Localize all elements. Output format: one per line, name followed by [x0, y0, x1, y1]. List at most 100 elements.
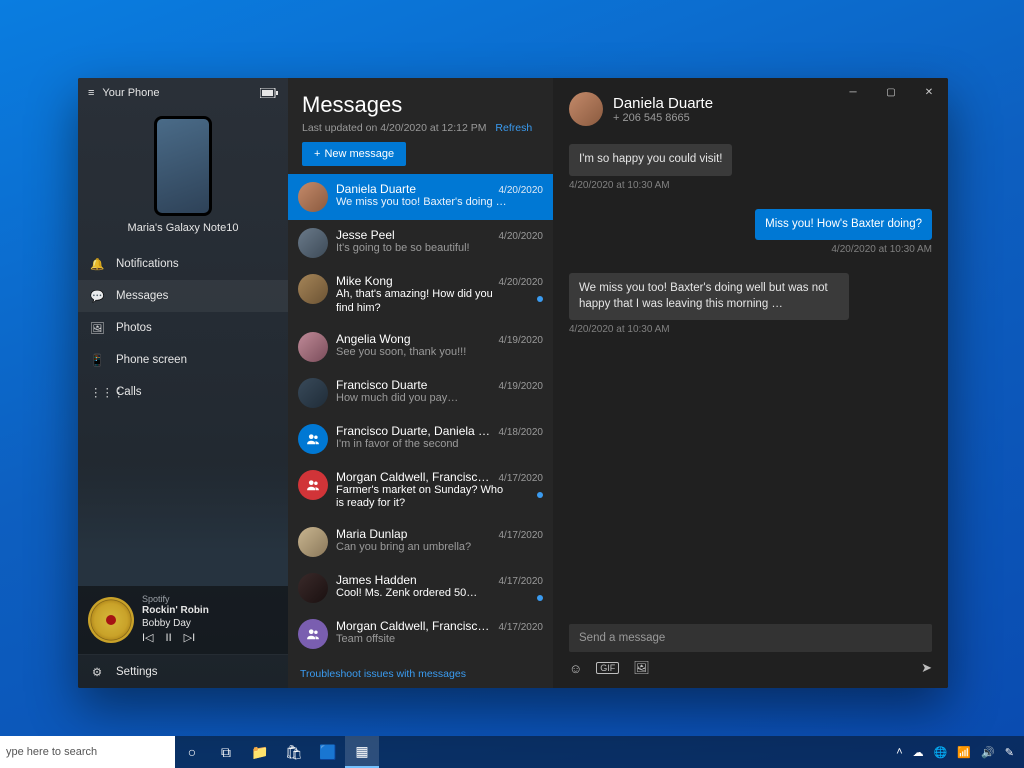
tray-pen-icon[interactable]: ✎ [1005, 746, 1014, 759]
nav-label: Phone screen [116, 354, 187, 366]
media-player: Spotify Rockin' Robin Bobby Day I◁ II ▷I [78, 586, 288, 654]
conversation-item[interactable]: James Hadden4/17/2020Cool! Ms. Zenk orde… [288, 565, 553, 611]
nav-phone-screen[interactable]: 📱 Phone screen [78, 344, 288, 376]
album-art [88, 597, 134, 643]
explorer-icon[interactable]: 📁 [243, 736, 277, 768]
contact-name: Daniela Duarte [613, 95, 713, 112]
app-title: Your Phone [102, 87, 159, 99]
conversation-item[interactable]: Morgan Caldwell, Francisco …4/17/2020Tea… [288, 611, 553, 657]
task-view-icon[interactable]: ⧉ [209, 736, 243, 768]
minimize-button[interactable]: ─ [834, 78, 872, 106]
taskbar: ype here to search ○ ⧉ 📁 🛍 🟦 ▦ ˄ ☁ 🌐 📶 🔊… [0, 736, 1024, 768]
conversation-preview: Can you bring an umbrella? [336, 541, 511, 553]
gif-icon[interactable]: GIF [596, 662, 619, 675]
gear-icon: ⚙ [90, 665, 104, 679]
conversation-name: Francisco Duarte [336, 378, 493, 392]
nav-label: Notifications [116, 258, 179, 270]
conversation-date: 4/17/2020 [499, 473, 544, 484]
emoji-icon[interactable]: ☺ [569, 661, 582, 676]
media-source: Spotify [142, 594, 209, 605]
conversation-item[interactable]: Daniela Duarte4/20/2020We miss you too! … [288, 174, 553, 220]
conversation-date: 4/20/2020 [499, 277, 544, 288]
message-timestamp: 4/20/2020 at 10:30 AM [569, 244, 932, 255]
conversation-name: Morgan Caldwell, Francisco … [336, 470, 493, 484]
message-bubble-outgoing: Miss you! How's Baxter doing? [755, 209, 932, 241]
tray-chevron-icon[interactable]: ˄ [896, 746, 902, 758]
prev-track-icon[interactable]: I◁ [142, 632, 154, 646]
troubleshoot-link[interactable]: Troubleshoot issues with messages [288, 660, 553, 688]
phone-icon: 📱 [90, 353, 104, 367]
conversation-preview: See you soon, thank you!!! [336, 346, 511, 358]
conversation-item[interactable]: Jesse Peel4/20/2020It's going to be so b… [288, 220, 553, 266]
nav-label: Photos [116, 322, 152, 334]
conversation-name: Francisco Duarte, Daniela … [336, 424, 493, 438]
device-name: Maria's Galaxy Note10 [78, 222, 288, 234]
unread-dot-icon [537, 595, 543, 601]
message-bubble-incoming: I'm so happy you could visit! [569, 144, 732, 176]
conversation-list[interactable]: Daniela Duarte4/20/2020We miss you too! … [288, 174, 553, 660]
conversation-item[interactable]: Mike Kong 4/20/2020Ah, that's amazing! Ho… [288, 266, 553, 324]
conversation-item[interactable]: Morgan Caldwell, Francisco … 4/17/2020Far… [288, 462, 553, 520]
conversation-name: Mike Kong [336, 274, 493, 288]
photo-icon: 🖼 [90, 321, 104, 335]
taskbar-search[interactable]: ype here to search [0, 736, 175, 768]
conversation-name: James Hadden [336, 573, 493, 587]
bell-icon: 🔔 [90, 257, 104, 271]
avatar [298, 527, 328, 557]
conversation-item[interactable]: Francisco Duarte, Daniela …4/18/2020I'm … [288, 416, 553, 462]
avatar [298, 378, 328, 408]
conversation-preview: Ah, that's amazing! How did you find him… [336, 288, 511, 316]
store-icon[interactable]: 🛍 [277, 736, 311, 768]
avatar [298, 182, 328, 212]
conversation-preview: How much did you pay… [336, 392, 511, 404]
chat-messages[interactable]: I'm so happy you could visit! 4/20/2020 a… [553, 140, 948, 614]
message-input[interactable]: Send a message [569, 624, 932, 652]
conversation-date: 4/20/2020 [499, 185, 544, 196]
unread-dot-icon [537, 492, 543, 498]
conversation-preview: I'm in favor of the second [336, 438, 511, 450]
conversation-date: 4/17/2020 [499, 576, 544, 587]
image-icon[interactable]: 🖼 [633, 660, 650, 676]
plus-icon: + [314, 148, 320, 160]
maximize-button[interactable]: ▢ [872, 78, 910, 106]
conversation-name: Daniela Duarte [336, 182, 493, 196]
nav-settings[interactable]: ⚙ Settings [78, 654, 288, 688]
avatar [298, 228, 328, 258]
titlebar: ≡ Your Phone [78, 78, 288, 108]
refresh-link[interactable]: Refresh [495, 122, 532, 134]
system-tray: ˄ ☁ 🌐 📶 🔊 ✎ [896, 746, 1024, 759]
conversation-date: 4/19/2020 [499, 381, 544, 392]
next-track-icon[interactable]: ▷I [184, 632, 196, 646]
pause-icon[interactable]: II [166, 632, 172, 646]
close-button[interactable]: ✕ [910, 78, 948, 106]
new-message-button[interactable]: + New message [302, 142, 406, 166]
media-track: Rockin' Robin [142, 605, 209, 618]
tray-volume-icon[interactable]: 🔊 [981, 746, 995, 759]
conversation-date: 4/20/2020 [499, 231, 544, 242]
conversation-item[interactable]: Angelia Wong4/19/2020See you soon, thank… [288, 324, 553, 370]
app-window: ─ ▢ ✕ ≡ Your Phone Maria's Galaxy Note10… [78, 78, 948, 688]
nav-messages[interactable]: 💬 Messages [78, 280, 288, 312]
edge-icon[interactable]: 🟦 [311, 736, 345, 768]
nav-photos[interactable]: 🖼 Photos [78, 312, 288, 344]
yourphone-taskbar-icon[interactable]: ▦ [345, 736, 379, 768]
tray-onedrive-icon[interactable]: ☁ [913, 746, 924, 759]
nav-notifications[interactable]: 🔔 Notifications [78, 248, 288, 280]
conversation-item[interactable]: Maria Dunlap4/17/2020Can you bring an um… [288, 519, 553, 565]
phone-thumbnail[interactable] [154, 116, 212, 216]
send-icon[interactable]: ➤ [921, 660, 932, 676]
tray-network-icon[interactable]: 🌐 [934, 746, 948, 759]
hamburger-icon[interactable]: ≡ [88, 87, 94, 99]
message-bubble-incoming: We miss you too! Baxter's doing well but… [569, 273, 849, 320]
tray-wifi-icon[interactable]: 📶 [957, 746, 971, 759]
nav-calls[interactable]: ⋮⋮⋮ Calls [78, 376, 288, 408]
avatar [298, 470, 328, 500]
conversation-item[interactable]: Francisco Duarte 4/19/2020How much did yo… [288, 370, 553, 416]
avatar [298, 424, 328, 454]
conversation-name: Jesse Peel [336, 228, 493, 242]
avatar [298, 332, 328, 362]
conversation-list-pane: Messages Last updated on 4/20/2020 at 12… [288, 78, 553, 688]
contact-avatar [569, 92, 603, 126]
conversation-preview: Farmer's market on Sunday? Who is ready … [336, 484, 511, 512]
cortana-icon[interactable]: ○ [175, 736, 209, 768]
